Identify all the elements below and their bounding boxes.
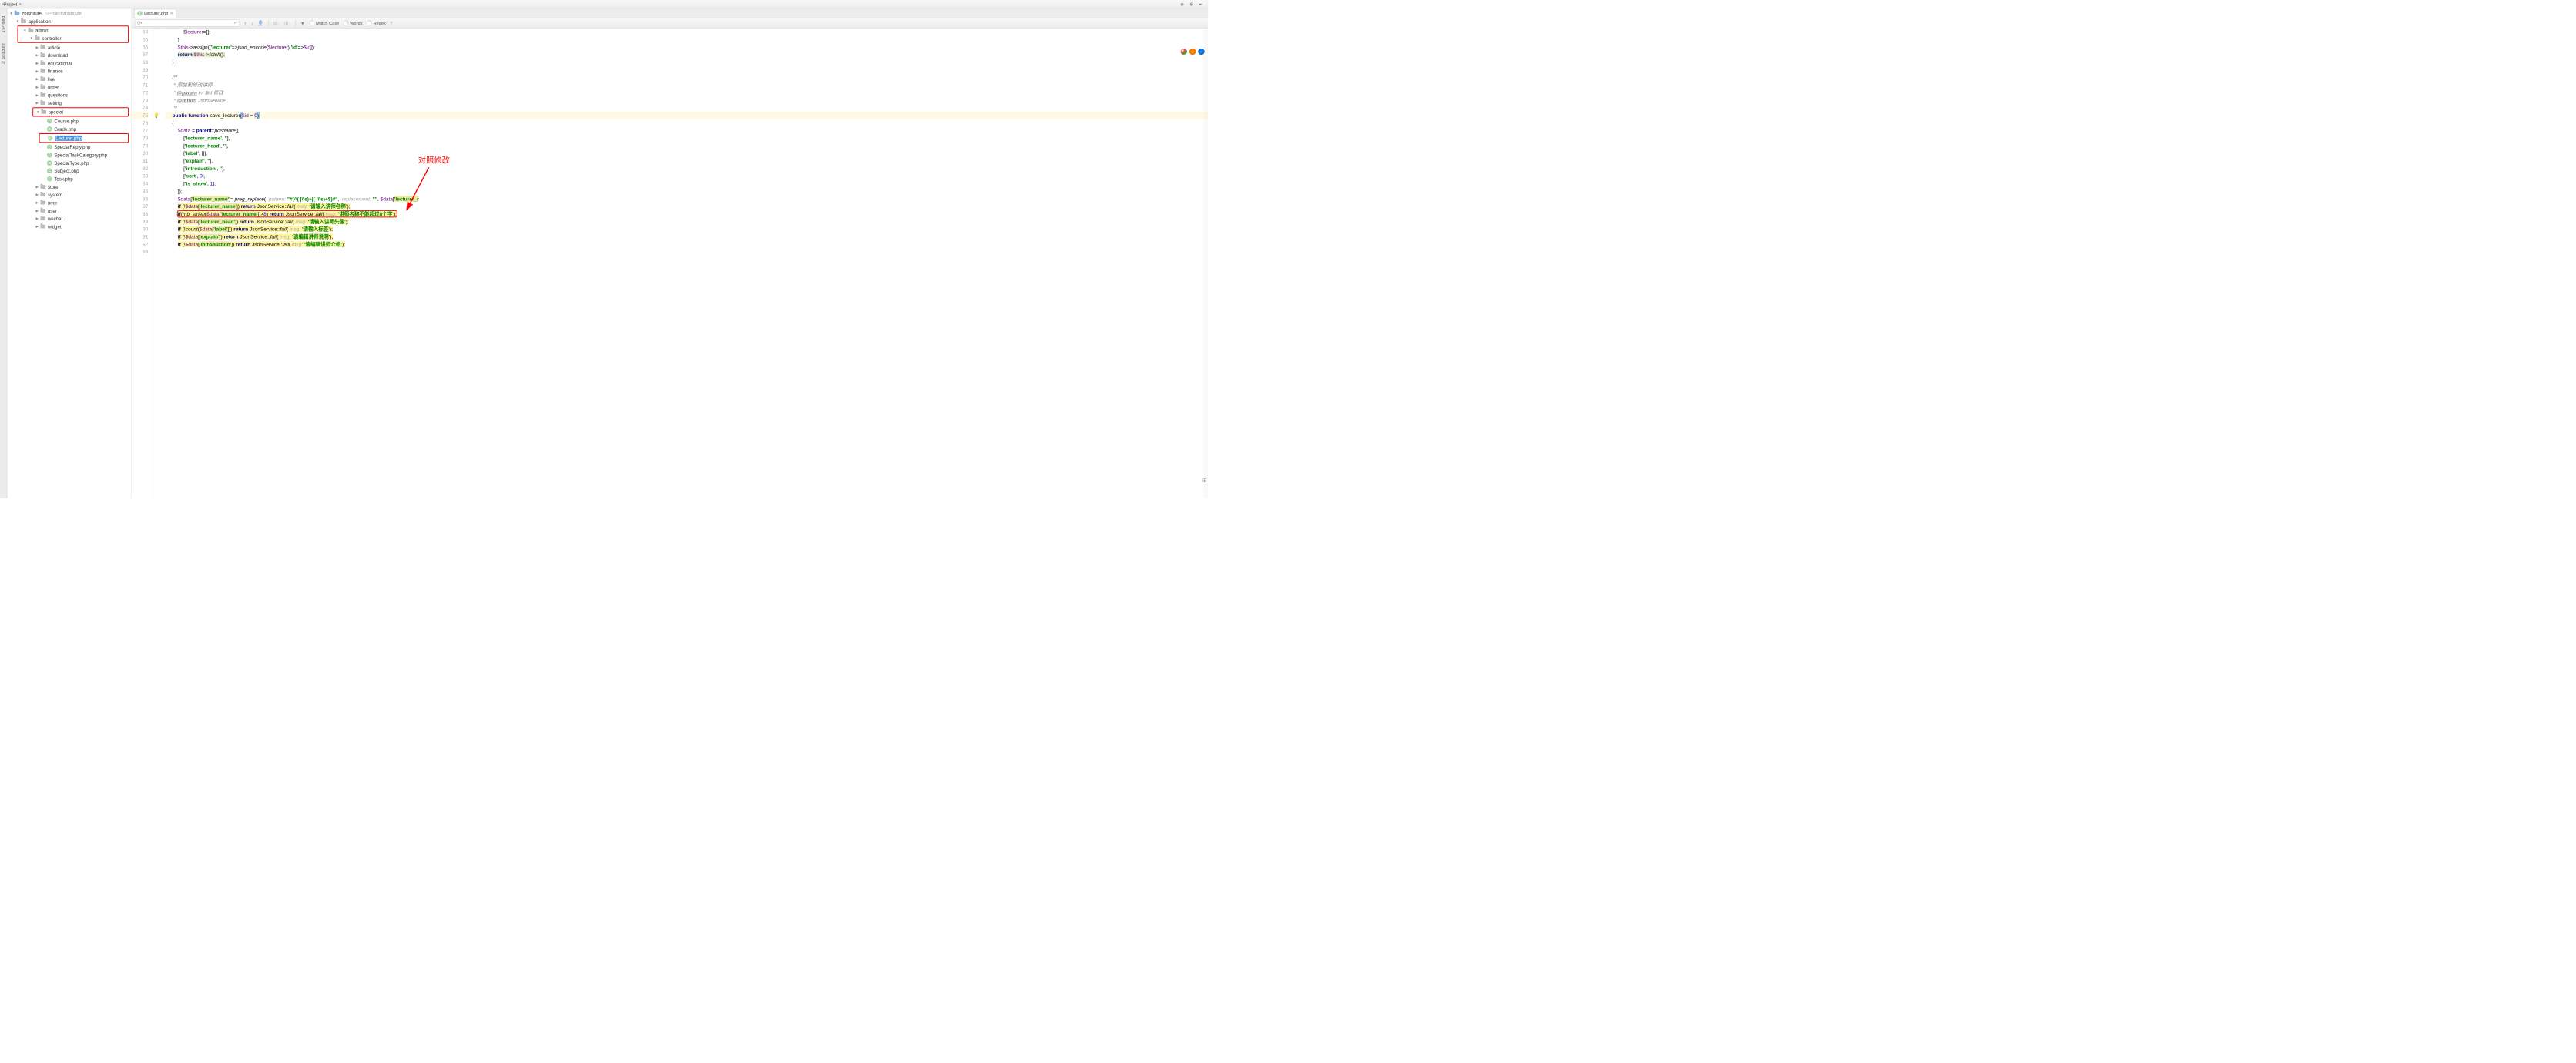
browser-icons [1181, 49, 1205, 55]
close-icon[interactable]: × [170, 11, 173, 17]
tree-item-specialtaskcategory[interactable]: CSpecialTaskCategory.php [7, 151, 131, 159]
code-line-71[interactable]: * 添加和修改讲师 [165, 82, 1208, 89]
tree-item-specialreply[interactable]: CSpecialReply.php [7, 143, 131, 151]
php-class-icon: C [137, 11, 143, 16]
code-line-82[interactable]: ['introduction', ''], [165, 165, 1208, 173]
tree-item-article[interactable]: article [7, 43, 131, 51]
gutter: 6465666768697071727374757677787980818283… [132, 29, 153, 499]
code-line-91[interactable]: if (!$data['explain']) return JsonServic… [165, 233, 1208, 241]
code-line-76[interactable]: { [165, 119, 1208, 127]
side-tab-structure[interactable]: 2: Structure [2, 43, 6, 64]
code-line-93[interactable] [165, 248, 1208, 256]
tree-item-grade[interactable]: CGrade.php [7, 125, 131, 132]
editor-area: C Lecturer.php × Q▾ ↩ ↑ ↓ 👤 ⊞₊ ⊞₋ ▼ Matc… [132, 8, 1208, 498]
code-line-77[interactable]: $data = parent::postMore([ [165, 127, 1208, 135]
code-line-80[interactable]: ['label', []], [165, 149, 1208, 157]
firefox-icon[interactable] [1189, 49, 1196, 55]
side-tab-project[interactable]: 1: Project [2, 16, 6, 33]
code-line-73[interactable]: * @return JsonService [165, 96, 1208, 104]
search-input[interactable]: Q▾ ↩ [135, 19, 240, 26]
filter-icon[interactable]: ▼ [300, 20, 306, 26]
tree-item-special[interactable]: special [33, 108, 128, 116]
code-line-87[interactable]: if (!$data['lecturer_name']) return Json… [165, 203, 1208, 210]
code-line-65[interactable]: } [165, 35, 1208, 43]
code-content[interactable]: ⊞ $lecturer=[]; } $this->assign(['lectur… [165, 29, 1208, 499]
code-line-75[interactable]: public function save_lecturer($id = 0) [165, 112, 1208, 119]
settings-icon[interactable]: ⚙ [1189, 2, 1195, 8]
project-panel: zhishifufei~/Project/zhishifufeiapplicat… [7, 8, 132, 498]
code-line-90[interactable]: if (!count($data['label'])) return JsonS… [165, 226, 1208, 233]
help-icon[interactable]: ? [390, 20, 392, 25]
tree-item-finance[interactable]: finance [7, 67, 131, 75]
locate-icon[interactable]: ⊕ [1179, 2, 1186, 8]
vertical-scrollbar[interactable] [1204, 29, 1209, 499]
project-tree[interactable]: zhishifufei~/Project/zhishifufeiapplicat… [7, 8, 131, 498]
code-line-89[interactable]: if (!$data['lecturer_head']) return Json… [165, 218, 1208, 226]
next-occurrence-icon[interactable]: ↓ [250, 20, 253, 26]
tree-item-system[interactable]: system [7, 191, 131, 199]
tree-item-download[interactable]: download [7, 52, 131, 59]
collapse-icon[interactable]: ⇤ [1198, 2, 1204, 8]
tab-lecturer[interactable]: C Lecturer.php × [134, 8, 176, 17]
code-line-67[interactable]: return $this->fetch(); [165, 51, 1208, 59]
find-toolbar: Q▾ ↩ ↑ ↓ 👤 ⊞₊ ⊞₋ ▼ Match Case Words Rege… [132, 18, 1208, 28]
tree-root[interactable]: zhishifufei~/Project/zhishifufei [7, 9, 131, 17]
side-tab-strip: 1: Project 2: Structure [0, 8, 7, 498]
tree-item-task[interactable]: CTask.php [7, 175, 131, 183]
lightbulb-icon[interactable]: 💡 [153, 112, 159, 119]
chrome-icon[interactable] [1181, 49, 1187, 55]
tree-item-educational[interactable]: educational [7, 59, 131, 67]
code-line-69[interactable] [165, 66, 1208, 74]
code-line-79[interactable]: ['lecturer_head', ''], [165, 142, 1208, 149]
tree-item-user[interactable]: user [7, 206, 131, 214]
code-line-85[interactable]: ]); [165, 187, 1208, 195]
project-label: Project [4, 2, 18, 7]
code-line-72[interactable]: * @param int $id 修改 [165, 89, 1208, 96]
editor-tabs: C Lecturer.php × [132, 8, 1208, 18]
code-line-68[interactable]: } [165, 59, 1208, 66]
tree-item-subject[interactable]: CSubject.php [7, 167, 131, 175]
select-all-icon[interactable]: 👤 [257, 20, 263, 26]
project-dropdown[interactable]: Project ▼ [2, 2, 22, 7]
code-line-92[interactable]: if (!$data['introduction']) return JsonS… [165, 240, 1208, 248]
prev-occurrence-icon[interactable]: ↑ [244, 20, 247, 26]
code-line-66[interactable]: $this->assign(['lecturer'=>json_encode($… [165, 43, 1208, 51]
tree-item-ump[interactable]: ump [7, 199, 131, 206]
tree-item-admin[interactable]: admin [18, 26, 128, 34]
code-line-88[interactable]: if(mb_strlen($data['lecturer_name'])>8) … [165, 210, 1208, 218]
tree-item-setting[interactable]: setting [7, 99, 131, 107]
regex-checkbox[interactable]: Regex [367, 20, 386, 25]
tree-item-widget[interactable]: widget [7, 223, 131, 230]
annotation-column: 💡 [153, 29, 159, 499]
remove-selection-icon[interactable]: ⊞₋ [284, 20, 291, 26]
code-line-78[interactable]: ['lecturer_name', ''], [165, 134, 1208, 142]
tree-item-live[interactable]: live [7, 75, 131, 83]
structure-toggle-icon[interactable]: ⊞ [1202, 477, 1207, 485]
tree-item-application[interactable]: application [7, 18, 131, 25]
code-line-83[interactable]: ['sort', 0], [165, 173, 1208, 180]
code-line-70[interactable]: /** [165, 74, 1208, 82]
code-line-74[interactable]: */ [165, 104, 1208, 112]
dropdown-icon: ▼ [18, 2, 22, 6]
tree-item-wechat[interactable]: wechat [7, 215, 131, 223]
tree-item-store[interactable]: store [7, 183, 131, 190]
code-line-86[interactable]: $data['lecturer_name']= preg_replace( pa… [165, 195, 1208, 203]
add-selection-icon[interactable]: ⊞₊ [273, 20, 280, 26]
code-line-81[interactable]: ['explain', ''], [165, 157, 1208, 165]
tree-item-controller[interactable]: controller [18, 35, 128, 42]
code-line-84[interactable]: ['is_show', 1], [165, 180, 1208, 188]
tree-item-course[interactable]: CCourse.php [7, 117, 131, 125]
return-icon: ↩ [233, 21, 236, 25]
words-checkbox[interactable]: Words [344, 20, 363, 25]
tree-item-lecturer[interactable]: CLecturer.php [40, 134, 128, 142]
code-area[interactable]: 6465666768697071727374757677787980818283… [132, 29, 1208, 499]
tree-item-questions[interactable]: questions [7, 91, 131, 99]
code-line-64[interactable]: $lecturer=[]; [165, 29, 1208, 36]
top-bar: Project ▼ ⊕ ⚙ ⇤ [0, 0, 1208, 8]
tree-item-specialtype[interactable]: CSpecialType.php [7, 159, 131, 166]
tree-item-order[interactable]: order [7, 83, 131, 91]
match-case-checkbox[interactable]: Match Case [310, 20, 339, 25]
tab-filename: Lecturer.php [144, 11, 168, 16]
